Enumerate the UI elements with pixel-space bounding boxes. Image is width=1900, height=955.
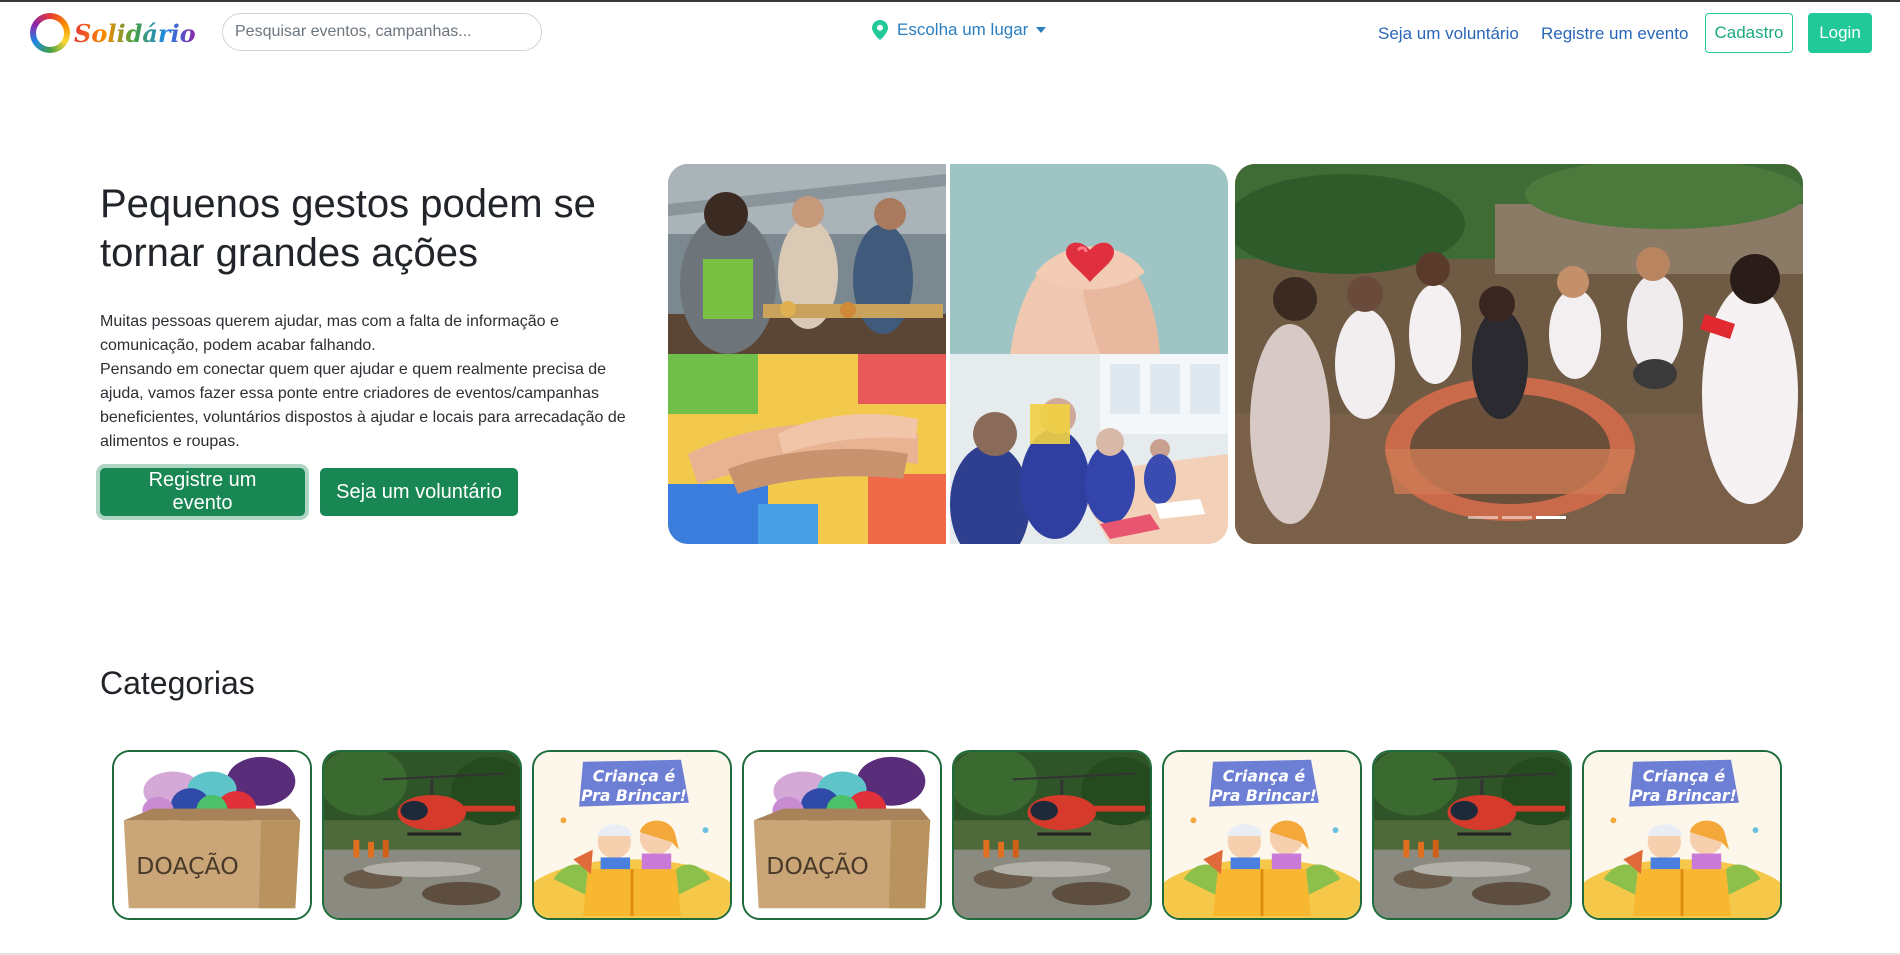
category-image-donation-box: DOAÇÃO [744,752,940,918]
category-image-rescue-helicopter [1374,752,1570,918]
category-image-rescue-helicopter [954,752,1150,918]
location-label: Escolha um lugar [897,20,1029,39]
login-button[interactable]: Login [1808,13,1872,53]
children-banner-line-2: Pra Brincar! [581,786,687,805]
category-card-donation-box[interactable]: DOAÇÃO [742,750,942,920]
children-banner-line-2: Pra Brincar! [1631,786,1737,805]
hero-register-button[interactable]: Registre um evento [100,468,305,516]
brand-name: Solidário [74,18,196,48]
hero-volunteer-button[interactable]: Seja um voluntário [320,468,518,516]
category-card-rescue-helicopter[interactable] [1372,750,1572,920]
logo-ring-icon [30,13,70,53]
category-card-children-play[interactable]: Criança é Pra Brincar! [532,750,732,920]
hero-description: Muitas pessoas querem ajudar, mas com a … [100,310,630,454]
children-banner-line-2: Pra Brincar! [1211,786,1317,805]
hero-paragraph-2: Pensando em conectar quem quer ajudar e … [100,361,626,450]
gallery-image-volunteers-serving-food [668,164,946,354]
categories-title: Categorias [100,665,255,701]
gallery-image-elderly-group-crafts [950,354,1228,544]
category-card-donation-box[interactable]: DOAÇÃO [112,750,312,920]
signup-button[interactable]: Cadastro [1705,13,1793,53]
category-image-donation-box: DOAÇÃO [114,752,310,918]
hero-paragraph-1: Muitas pessoas querem ajudar, mas com a … [100,313,559,354]
children-banner-line-1: Criança é [1223,766,1306,785]
category-card-rescue-helicopter[interactable] [322,750,522,920]
gallery-image-hands-holding-heart [950,164,1228,354]
carousel-indicator-1[interactable] [1468,516,1498,519]
location-dropdown[interactable]: Escolha um lugar [872,20,1047,40]
donation-box-text: DOAÇÃO [136,852,238,880]
carousel-indicator-2[interactable] [1502,516,1532,519]
hero-title: Pequenos gestos podem se tornar grandes … [100,182,596,275]
category-card-children-play[interactable]: Criança é Pra Brincar! [1162,750,1362,920]
map-pin-icon [872,20,888,40]
category-card-children-play[interactable]: Criança é Pra Brincar! [1582,750,1782,920]
search-input[interactable] [222,13,542,51]
donation-box-text: DOAÇÃO [766,852,868,880]
gallery-image-stacked-hands [668,354,946,544]
nav-volunteer-link[interactable]: Seja um voluntário [1378,24,1519,44]
children-banner-line-1: Criança é [1643,766,1726,785]
category-image-children-play: Criança é Pra Brincar! [534,752,730,918]
caret-down-icon [1036,27,1047,33]
category-card-rescue-helicopter[interactable] [952,750,1152,920]
carousel-indicators [1468,516,1566,519]
carousel-image-kids-building-brick-garden[interactable] [1235,164,1803,544]
carousel-indicator-3[interactable] [1536,516,1566,519]
category-image-children-play: Criança é Pra Brincar! [1164,752,1360,918]
brand-logo[interactable]: Solidário [30,13,196,53]
nav-register-link[interactable]: Registre um evento [1541,24,1688,44]
category-image-children-play: Criança é Pra Brincar! [1584,752,1780,918]
category-image-rescue-helicopter [324,752,520,918]
children-banner-line-1: Criança é [593,766,676,785]
navbar: Solidário Escolha um lugar Seja um volun… [0,2,1900,64]
